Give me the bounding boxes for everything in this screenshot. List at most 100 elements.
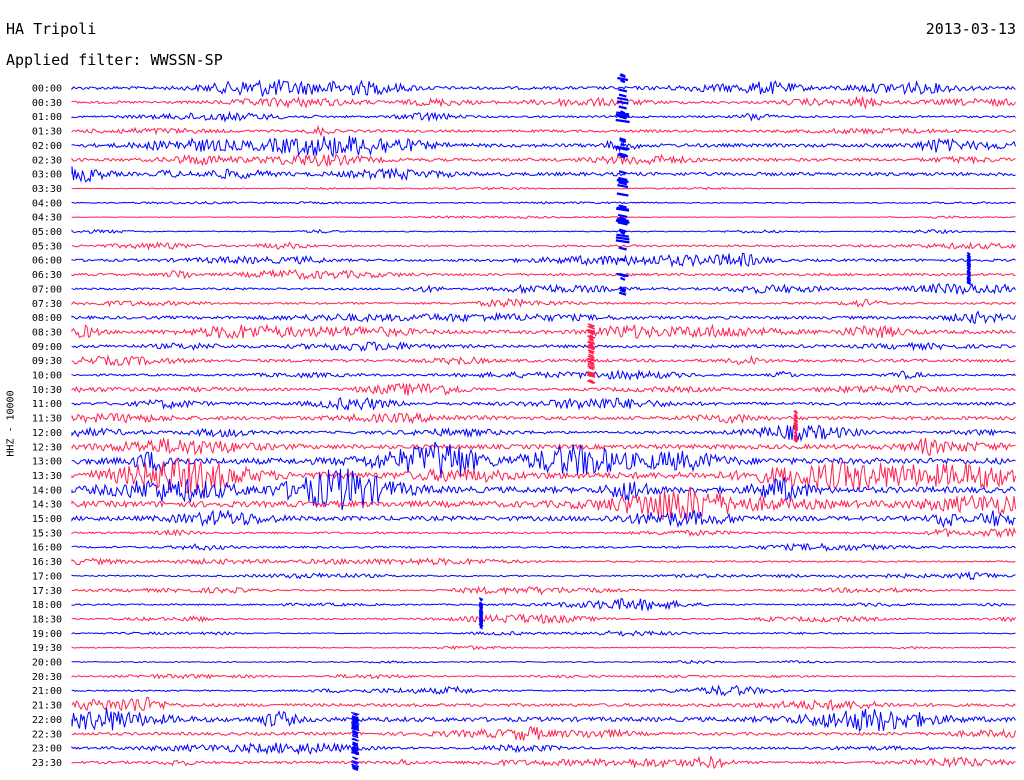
trace-row: [71, 557, 1016, 567]
trace-row: [71, 424, 1016, 442]
time-label: 11:30: [32, 414, 62, 425]
time-label: 04:30: [32, 213, 62, 224]
trace-row: [71, 526, 1016, 539]
trace-row: [71, 684, 1016, 697]
trace-row: [71, 707, 1016, 733]
time-label: 18:30: [32, 614, 62, 625]
time-label: 13:00: [32, 457, 62, 468]
trace-rows: [71, 79, 1016, 770]
time-label: 14:00: [32, 485, 62, 496]
event-spike: [793, 409, 799, 443]
time-label: 10:30: [32, 385, 62, 396]
time-label: 03:00: [32, 170, 62, 181]
trace-row: [71, 436, 1016, 456]
trace-row: [71, 282, 1016, 296]
trace-row: [71, 741, 1016, 756]
time-label: 03:30: [32, 184, 62, 195]
trace-row: [71, 135, 1016, 158]
time-label: 17:30: [32, 586, 62, 597]
time-label: 05:30: [32, 241, 62, 252]
trace-row: [71, 341, 1016, 352]
trace-row: [71, 673, 1016, 680]
time-label: 09:30: [32, 356, 62, 367]
trace-row: [71, 542, 1016, 552]
time-label: 23:30: [32, 758, 62, 769]
trace-row: [71, 241, 1016, 251]
time-label: 21:00: [32, 686, 62, 697]
trace-row: [71, 585, 1016, 596]
time-label: 08:30: [32, 327, 62, 338]
time-label: 06:30: [32, 270, 62, 281]
trace-row: [71, 110, 1016, 123]
trace-row: [71, 570, 1016, 581]
time-label: 02:00: [32, 141, 62, 152]
time-label: 14:30: [32, 500, 62, 511]
time-label: 09:00: [32, 342, 62, 353]
time-label: 12:30: [32, 442, 62, 453]
seismogram-plot: 00:00 00:30 01:00 01:30 02:00 02:30 03:00 03:30…: [32, 73, 1016, 771]
trace-row: [71, 368, 1016, 381]
event-spike: [350, 711, 360, 771]
time-label: 12:00: [32, 428, 62, 439]
trace-row: [71, 124, 1016, 137]
time-label: 00:30: [32, 98, 62, 109]
time-label: 07:00: [32, 284, 62, 295]
time-label: 02:30: [32, 155, 62, 166]
trace-row: [71, 598, 1016, 612]
trace-row: [71, 310, 1016, 325]
time-label: 05:00: [32, 227, 62, 238]
trace-row: [71, 166, 1016, 183]
trace-row: [71, 382, 1016, 396]
time-label: 17:00: [32, 571, 62, 582]
time-label: 07:30: [32, 299, 62, 310]
time-label: 01:00: [32, 112, 62, 123]
trace-row: [71, 228, 1016, 234]
time-label: 15:00: [32, 514, 62, 525]
event-spike: [478, 597, 484, 630]
time-label: 11:00: [32, 399, 62, 410]
time-label: 16:00: [32, 543, 62, 554]
time-label: 06:00: [32, 256, 62, 267]
trace-row: [71, 659, 1016, 665]
time-label: 13:30: [32, 471, 62, 482]
trace-row: [71, 696, 1016, 712]
trace-row: [71, 645, 1016, 651]
trace-row: [71, 411, 1016, 425]
time-label: 00:00: [32, 84, 62, 95]
trace-row: [71, 215, 1016, 220]
time-label: 19:30: [32, 643, 62, 654]
time-label: 23:00: [32, 744, 62, 755]
trace-row: [71, 396, 1016, 411]
time-label: 21:30: [32, 701, 62, 712]
time-labels: 00:00 00:30 01:00 01:30 02:00 02:30 03:00 03:30…: [32, 84, 62, 769]
trace-row: [71, 509, 1016, 529]
time-label: 16:30: [32, 557, 62, 568]
trace-row: [71, 629, 1016, 637]
event-spikes: [350, 73, 972, 771]
time-label: 18:00: [32, 600, 62, 611]
trace-row: [71, 200, 1016, 205]
time-label: 22:30: [32, 729, 62, 740]
trace-row: [71, 354, 1016, 367]
trace-row: [71, 95, 1016, 110]
time-label: 04:00: [32, 198, 62, 209]
time-label: 15:30: [32, 528, 62, 539]
time-label: 10:00: [32, 371, 62, 382]
time-label: 19:00: [32, 629, 62, 640]
trace-row: [71, 755, 1016, 770]
trace-row: [71, 186, 1016, 191]
trace-row: [71, 268, 1016, 281]
time-label: 01:30: [32, 127, 62, 138]
event-spike: [966, 251, 972, 286]
trace-row: [71, 252, 1016, 268]
trace-row: [71, 323, 1016, 339]
event-spike: [615, 73, 630, 296]
time-label: 08:00: [32, 313, 62, 324]
time-label: 20:00: [32, 658, 62, 669]
trace-row: [71, 79, 1016, 97]
time-label: 22:00: [32, 715, 62, 726]
time-label: 20:30: [32, 672, 62, 683]
trace-row: [71, 613, 1016, 624]
trace-row: [71, 153, 1016, 168]
trace-row: [71, 725, 1016, 741]
